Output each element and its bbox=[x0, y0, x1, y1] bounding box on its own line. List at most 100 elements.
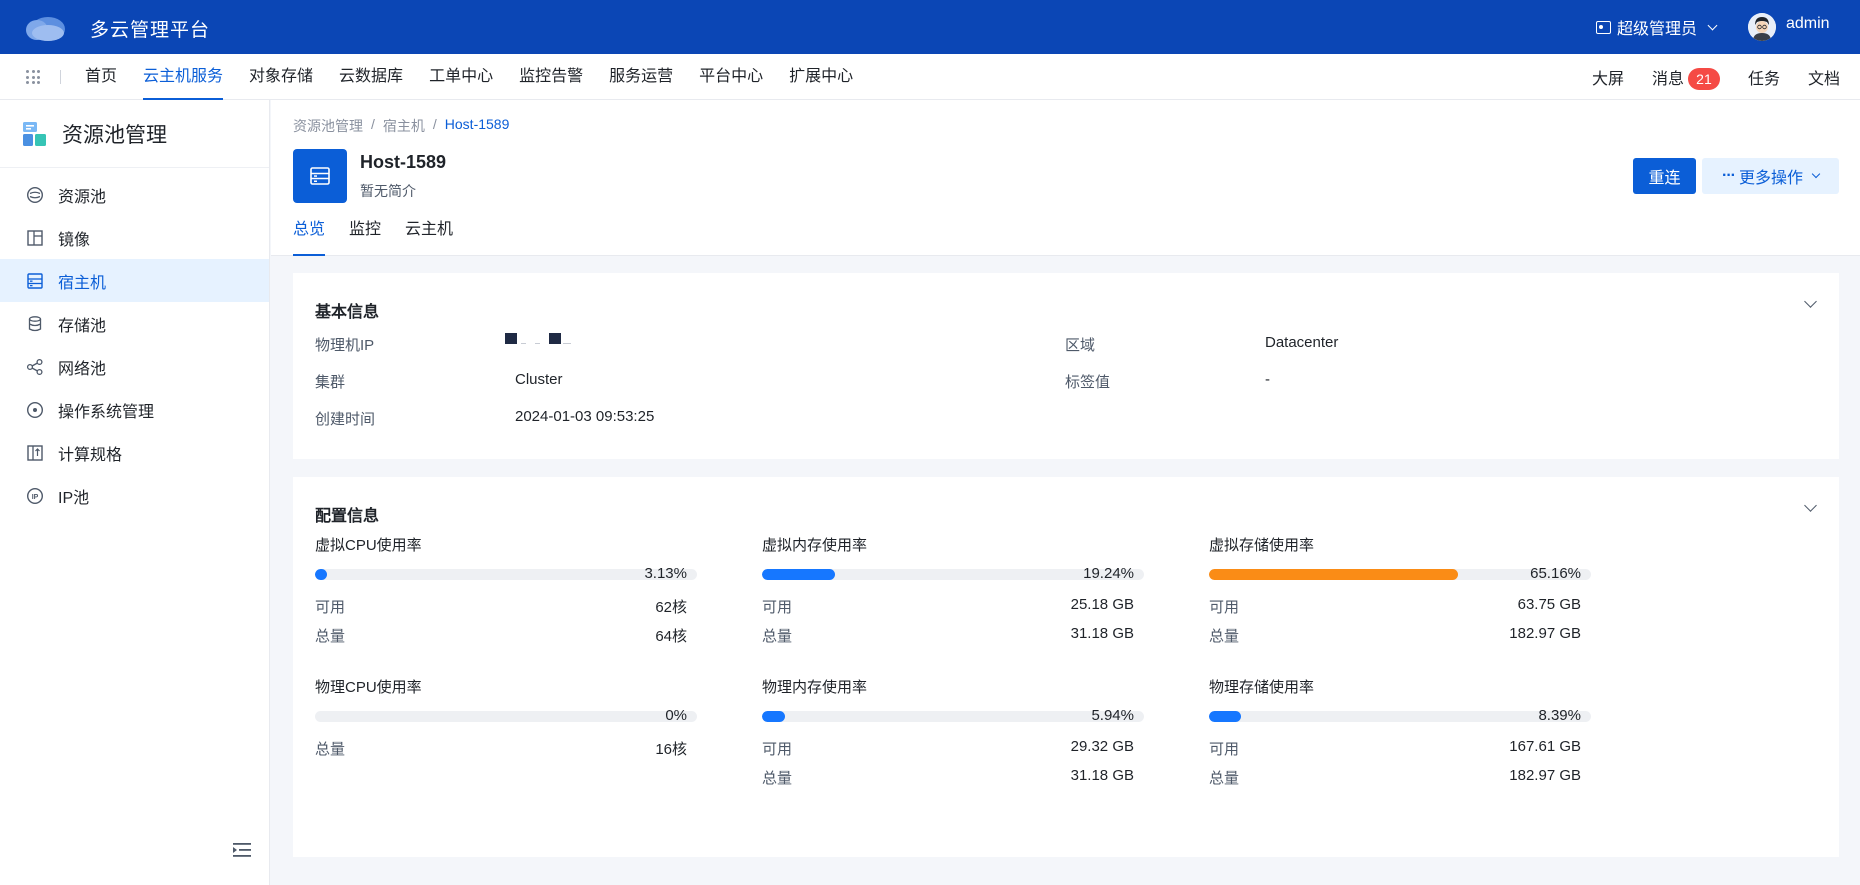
sidebar-header: 资源池管理 bbox=[0, 100, 269, 168]
app-title: 多云管理平台 bbox=[90, 20, 211, 41]
spec-icon bbox=[26, 444, 44, 462]
redaction-mark bbox=[535, 343, 540, 344]
big-screen-link[interactable]: 大屏 bbox=[1592, 65, 1624, 89]
metric-row-value: 64核 bbox=[655, 628, 687, 645]
breadcrumb: 资源池管理 / 宿主机 / Host-1589 bbox=[293, 116, 509, 136]
nav-item[interactable]: 云数据库 bbox=[326, 54, 416, 100]
nav-item[interactable]: 云主机服务 bbox=[130, 54, 236, 100]
tab[interactable]: 云主机 bbox=[405, 212, 453, 256]
docs-link[interactable]: 文档 bbox=[1808, 65, 1840, 89]
nav-item[interactable]: 服务运营 bbox=[596, 54, 686, 100]
host-description: 暂无简介 bbox=[360, 183, 416, 199]
nav-item[interactable]: 首页 bbox=[72, 54, 130, 100]
sidebar-item-label: 资源池 bbox=[58, 188, 107, 206]
config-info-title: 配置信息 bbox=[315, 508, 380, 525]
metric-row-value: 182.97 GB bbox=[1509, 625, 1581, 642]
usage-progress-fill bbox=[1209, 569, 1458, 580]
metric-row-label: 可用 bbox=[762, 741, 793, 758]
sidebar-menu: 资源池镜像宿主机存储池网络池操作系统管理计算规格 IP IP池 bbox=[0, 168, 269, 517]
cloud-logo-icon bbox=[26, 17, 65, 41]
host-name: Host-1589 bbox=[360, 152, 447, 172]
nav-item[interactable]: 工单中心 bbox=[416, 54, 506, 100]
nav-item[interactable]: 平台中心 bbox=[686, 54, 776, 100]
sidebar-item[interactable]: 镜像 bbox=[0, 216, 269, 259]
redaction-mark bbox=[521, 343, 526, 344]
sidebar-item[interactable]: 网络池 bbox=[0, 345, 269, 388]
collapse-sidebar-icon[interactable] bbox=[232, 841, 252, 859]
sidebar-title: 资源池管理 bbox=[62, 123, 167, 147]
metric-title: 虚拟存储使用率 bbox=[1209, 537, 1315, 554]
metric-row-value: 31.18 GB bbox=[1070, 767, 1134, 784]
sidebar-item[interactable]: 资源池 bbox=[0, 173, 269, 216]
usage-progress-fill bbox=[315, 569, 327, 580]
chevron-down-icon bbox=[1707, 20, 1718, 30]
usage-progress-fill bbox=[762, 711, 785, 722]
resource-pool-icon bbox=[26, 186, 44, 204]
nav-item[interactable]: 扩展中心 bbox=[776, 54, 866, 100]
breadcrumb-separator: / bbox=[432, 116, 437, 132]
basic-info-title: 基本信息 bbox=[315, 304, 380, 321]
sidebar: 资源池管理 资源池镜像宿主机存储池网络池操作系统管理计算规格 IP IP池 bbox=[0, 100, 270, 885]
host-avatar bbox=[293, 149, 347, 203]
usage-percent: 19.24% bbox=[1083, 565, 1134, 582]
metric-row-label: 总量 bbox=[1209, 628, 1240, 645]
sidebar-item-label: 网络池 bbox=[58, 360, 107, 378]
created-time-value: 2024-01-03 09:53:25 bbox=[515, 408, 655, 425]
image-icon bbox=[26, 229, 44, 247]
usage-percent: 0% bbox=[665, 707, 687, 724]
page-header: 资源池管理 / 宿主机 / Host-1589 Host-1589 暂无简介 重… bbox=[271, 100, 1860, 256]
chevron-down-icon[interactable] bbox=[1804, 499, 1817, 512]
usage-progress-fill bbox=[1209, 711, 1242, 722]
sidebar-item[interactable]: 存储池 bbox=[0, 302, 269, 345]
usage-percent: 65.16% bbox=[1530, 565, 1581, 582]
apps-grid-icon[interactable] bbox=[26, 70, 40, 84]
metric-row-label: 可用 bbox=[762, 599, 793, 616]
messages-link[interactable]: 消息 21 bbox=[1652, 65, 1720, 90]
nav-item[interactable]: 对象存储 bbox=[236, 54, 326, 100]
metric-title: 虚拟CPU使用率 bbox=[315, 537, 422, 554]
metric-row-label: 可用 bbox=[1209, 741, 1240, 758]
metric-row-label: 总量 bbox=[315, 741, 346, 758]
metric-title: 物理存储使用率 bbox=[1209, 679, 1315, 696]
avatar[interactable] bbox=[1748, 13, 1776, 41]
metric-row-label: 总量 bbox=[1209, 770, 1240, 787]
nav-right-tools: 大屏 消息 21 任务 文档 bbox=[1592, 54, 1840, 100]
role-switcher[interactable]: 超级管理员 bbox=[1596, 15, 1718, 39]
chevron-down-icon[interactable] bbox=[1804, 295, 1817, 308]
disc-icon bbox=[26, 401, 44, 419]
role-label: 超级管理员 bbox=[1617, 21, 1698, 38]
sidebar-item[interactable]: 宿主机 bbox=[0, 259, 269, 302]
sidebar-item-label: 镜像 bbox=[58, 231, 91, 249]
nav-item[interactable]: 监控告警 bbox=[506, 54, 596, 100]
tasks-link[interactable]: 任务 bbox=[1748, 65, 1780, 89]
metric-title: 物理内存使用率 bbox=[762, 679, 868, 696]
main-nav: 首页 云主机服务 对象存储 云数据库 工单中心 监控告警 服务运营 平台中心 扩展中心 大屏 消… bbox=[0, 54, 1860, 100]
metric-row-value: 63.75 GB bbox=[1517, 596, 1581, 613]
config-info-card: 配置信息 虚拟CPU使用率 3.13% 可用 62核 总量 64核 虚拟内存使用率 19.24… bbox=[293, 477, 1839, 857]
sidebar-item-label: IP池 bbox=[58, 489, 90, 507]
nav-menu: 首页 云主机服务 对象存储 云数据库 工单中心 监控告警 服务运营 平台中心 扩展中心 bbox=[72, 54, 866, 100]
metric-title: 物理CPU使用率 bbox=[315, 679, 422, 696]
usage-percent: 3.13% bbox=[644, 565, 687, 582]
tab[interactable]: 监控 bbox=[349, 212, 381, 256]
sidebar-item[interactable]: IP IP池 bbox=[0, 474, 269, 517]
redaction-mark bbox=[505, 333, 517, 344]
sidebar-item-label: 计算规格 bbox=[58, 446, 123, 464]
sidebar-item[interactable]: 计算规格 bbox=[0, 431, 269, 474]
breadcrumb-item[interactable]: 宿主机 bbox=[383, 116, 425, 136]
usage-percent: 8.39% bbox=[1538, 707, 1581, 724]
svg-text:IP: IP bbox=[32, 494, 39, 501]
more-actions-button[interactable]: ··· 更多操作 bbox=[1702, 158, 1839, 194]
breadcrumb-item[interactable]: 资源池管理 bbox=[293, 116, 363, 136]
cluster-label: 集群 bbox=[315, 374, 346, 391]
metric-row-value: 182.97 GB bbox=[1509, 767, 1581, 784]
user-name[interactable]: admin bbox=[1786, 15, 1830, 33]
sidebar-item[interactable]: 操作系统管理 bbox=[0, 388, 269, 431]
breadcrumb-separator: / bbox=[371, 116, 375, 132]
chevron-down-icon bbox=[1811, 169, 1821, 179]
reconnect-button[interactable]: 重连 bbox=[1633, 158, 1696, 194]
tab[interactable]: 总览 bbox=[293, 212, 326, 256]
sidebar-item-label: 存储池 bbox=[58, 317, 107, 335]
metric-row-label: 可用 bbox=[315, 599, 346, 616]
metric-row-value: 31.18 GB bbox=[1070, 625, 1134, 642]
